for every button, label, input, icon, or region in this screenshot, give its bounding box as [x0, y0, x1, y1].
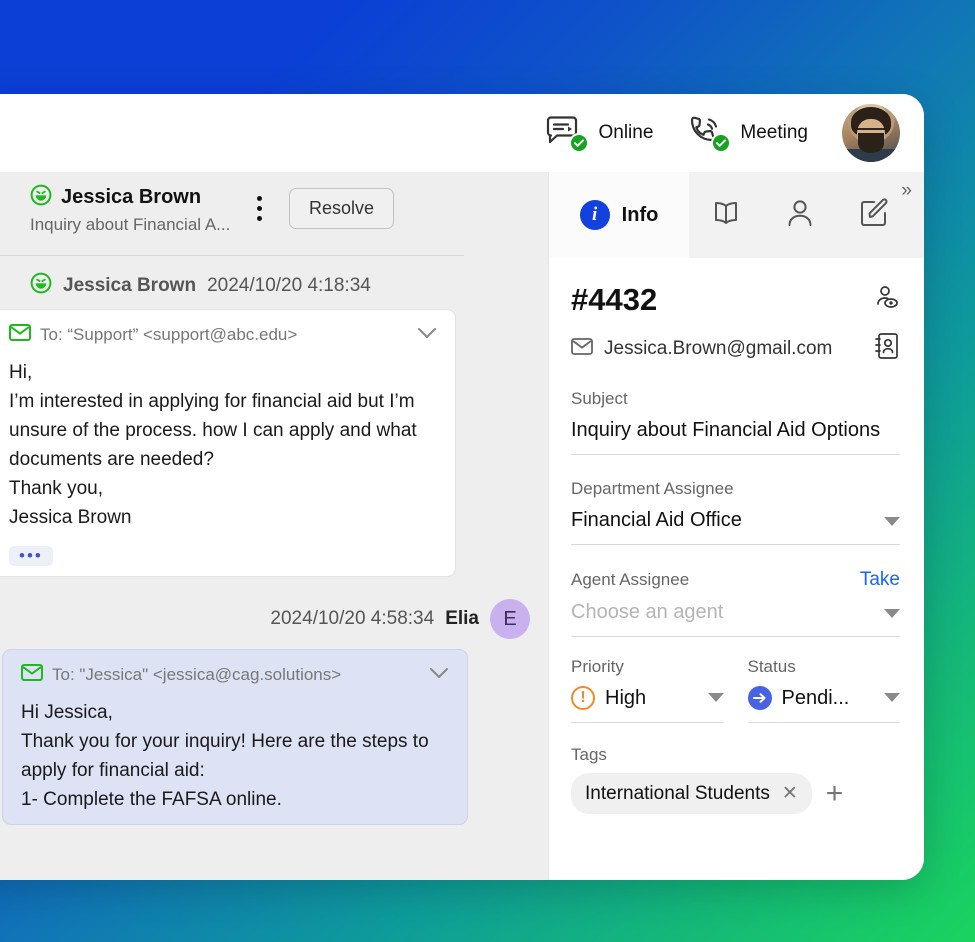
status-meeting-label: Meeting: [740, 122, 808, 143]
tab-contact[interactable]: [763, 172, 837, 258]
compose-icon: [859, 197, 889, 233]
chevron-down-icon[interactable]: [417, 326, 437, 344]
envelope-icon: [9, 324, 31, 346]
tags-row: International Students ✕ +: [571, 773, 900, 814]
status-select[interactable]: Pendi...: [747, 677, 900, 723]
avatar-beard: [858, 133, 884, 153]
tab-info[interactable]: i Info: [549, 172, 689, 258]
meeting-check-badge: [711, 133, 732, 153]
message-incoming: Jessica Brown 2024/10/20 4:18:34 To: “Su…: [0, 272, 548, 577]
person-icon: [785, 198, 815, 233]
customer-email: Jessica.Brown@gmail.com: [604, 337, 833, 359]
priority-value: High: [605, 687, 647, 709]
status-label: Status: [747, 657, 796, 676]
expand-panel-button[interactable]: »: [901, 180, 912, 202]
resolve-button[interactable]: Resolve: [288, 188, 394, 229]
message-body: Hi, I’m interested in applying for finan…: [9, 362, 417, 528]
tag-chip[interactable]: International Students ✕: [571, 773, 812, 814]
phone-status-icon: [687, 116, 732, 153]
chevron-down-icon[interactable]: [707, 692, 724, 702]
online-check-badge: [569, 133, 590, 153]
ticket-id: #4432: [571, 282, 658, 317]
tag-label: International Students: [585, 782, 770, 804]
top-bar: Online Meeting: [0, 94, 924, 172]
message-body: Hi Jessica, Thank you for your inquiry! …: [21, 702, 429, 810]
priority-high-icon: !: [571, 686, 595, 710]
info-panel: i Info » #4432 Jessica.Brown@gmail.com S…: [548, 172, 924, 880]
close-icon[interactable]: ✕: [782, 782, 798, 805]
message-timestamp: 2024/10/20 4:18:34: [207, 274, 371, 296]
field-priority: Priority ! High: [571, 657, 724, 723]
envelope-icon: [21, 664, 43, 686]
address-book-icon[interactable]: [874, 332, 900, 365]
department-select[interactable]: Financial Aid Office: [571, 499, 900, 545]
field-department-assignee: Department Assignee Financial Aid Office: [571, 479, 900, 545]
priority-status-row: Priority ! High Status Pendi...: [571, 657, 900, 723]
message-to-line: To: "Jessica" <jessica@cag.solutions>: [52, 665, 342, 684]
field-agent-assignee: Agent Assignee Take Choose an agent: [571, 569, 900, 637]
message-expand-button[interactable]: •••: [9, 546, 53, 566]
envelope-icon: [571, 337, 593, 360]
subject-value[interactable]: Inquiry about Financial Aid Options: [571, 409, 900, 455]
book-icon: [709, 199, 743, 232]
conversation-actions: Resolve: [249, 188, 394, 229]
message-recipient-row[interactable]: To: "Jessica" <jessica@cag.solutions>: [21, 664, 449, 698]
chat-status-icon: [545, 116, 590, 153]
priority-select[interactable]: ! High: [571, 677, 724, 723]
avatar-glasses: [856, 128, 886, 136]
agent-select[interactable]: Choose an agent: [571, 591, 900, 637]
field-status: Status Pendi...: [747, 657, 900, 723]
agent-placeholder: Choose an agent: [571, 601, 724, 623]
subject-label: Subject: [571, 389, 628, 408]
message-sender: Elia: [445, 608, 479, 629]
info-body: #4432 Jessica.Brown@gmail.com Subject In…: [549, 258, 924, 814]
status-value: Pendi...: [781, 687, 850, 709]
message-to-line: To: “Support” <support@abc.edu>: [40, 325, 298, 344]
department-value: Financial Aid Office: [571, 509, 742, 531]
message-recipient-row[interactable]: To: “Support” <support@abc.edu>: [9, 324, 437, 358]
conversation-panel: Jessica Brown Inquiry about Financial A.…: [0, 172, 548, 880]
tab-info-label: Info: [621, 203, 659, 226]
info-icon: i: [579, 200, 610, 230]
chevron-down-icon[interactable]: [429, 666, 449, 684]
department-label: Department Assignee: [571, 479, 734, 498]
view-requester-icon[interactable]: [874, 285, 900, 316]
tags-label: Tags: [571, 745, 607, 764]
user-avatar[interactable]: [842, 104, 900, 162]
info-tabbar: i Info »: [549, 172, 924, 258]
tab-compose[interactable]: [837, 172, 911, 258]
status-online-label: Online: [598, 122, 654, 143]
smiley-icon: [30, 184, 52, 211]
chevron-down-icon[interactable]: [884, 692, 900, 702]
message-meta: Jessica Brown 2024/10/20 4:18:34: [0, 272, 548, 299]
more-options-icon[interactable]: [249, 194, 271, 224]
add-tag-button[interactable]: +: [826, 778, 844, 808]
message-timestamp: 2024/10/20 4:58:34: [270, 608, 435, 629]
field-subject: Subject Inquiry about Financial Aid Opti…: [571, 389, 900, 455]
status-pending-icon: [747, 686, 772, 710]
field-tags: Tags International Students ✕ +: [571, 745, 900, 814]
take-link[interactable]: Take: [860, 569, 900, 591]
smiley-icon: [30, 272, 52, 299]
message-bubble: To: "Jessica" <jessica@cag.solutions> Hi…: [2, 649, 468, 825]
tab-knowledge-base[interactable]: [689, 172, 763, 258]
chevron-down-icon[interactable]: [884, 609, 900, 618]
app-window: Online Meeting Jessica Brown Inquiry abo…: [0, 94, 924, 880]
status-meeting[interactable]: Meeting: [687, 116, 808, 153]
ticket-row: #4432: [571, 282, 900, 318]
agent-label: Agent Assignee: [571, 570, 690, 589]
customer-email-row: Jessica.Brown@gmail.com: [571, 332, 900, 365]
message-list: Jessica Brown 2024/10/20 4:18:34 To: “Su…: [0, 256, 548, 825]
priority-label: Priority: [571, 657, 624, 676]
message-outgoing: 2024/10/20 4:58:34 Elia E To: "Jessica" …: [0, 599, 548, 825]
message-bubble: To: “Support” <support@abc.edu> Hi, I’m …: [0, 309, 456, 577]
message-sender: Jessica Brown: [63, 274, 197, 296]
conversation-contact-name: Jessica Brown: [61, 186, 202, 208]
chevron-down-icon[interactable]: [884, 517, 900, 526]
status-online[interactable]: Online: [545, 116, 654, 153]
message-meta: 2024/10/20 4:58:34 Elia E: [0, 599, 548, 639]
agent-avatar: E: [490, 599, 530, 639]
conversation-header: Jessica Brown Inquiry about Financial A.…: [0, 172, 464, 256]
